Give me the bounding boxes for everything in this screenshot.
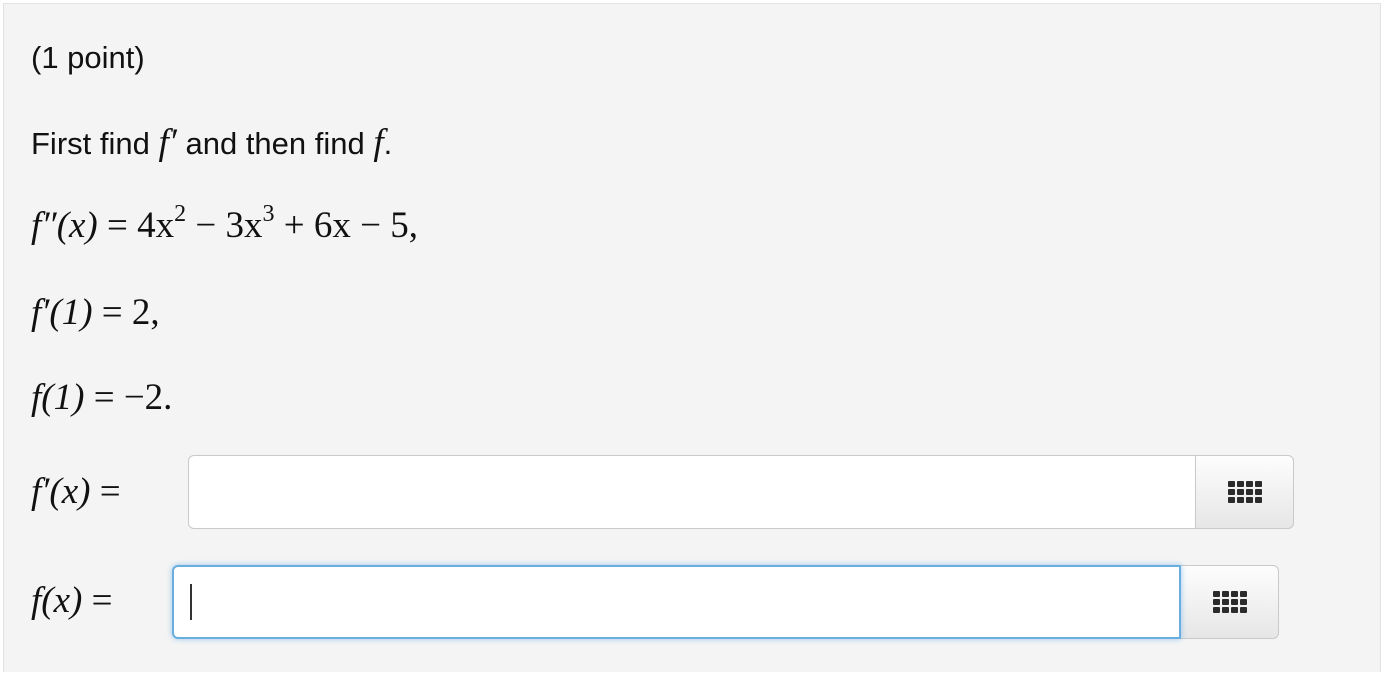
f-prime-symbol: f′ [158,122,177,163]
answer-row-f [172,565,1279,639]
given-lhs: f′(1) [31,292,93,333]
given-function-value: f(1) = −2. [31,377,173,418]
instruction-prefix: First find [31,126,150,161]
f-prime-answer-input[interactable] [188,455,1196,529]
answer-row-f-prime [188,455,1294,529]
given-rhs: −2. [123,377,173,418]
problem-panel: (1 point) First find f′ and then find f.… [3,3,1381,672]
equation-palette-button[interactable] [1196,455,1294,529]
given-rhs: 4x2 − 3x3 + 6x − 5, [137,201,418,246]
given-lhs: f(1) [31,377,85,418]
points-label: (1 point) [31,40,145,75]
equation-palette-button[interactable] [1181,565,1279,639]
given-first-derivative-value: f′(1) = 2, [31,292,160,333]
f-symbol: f [373,122,384,163]
instruction-text: First find f′ and then find f. [31,121,392,165]
given-lhs: f″(x) [31,205,98,246]
answer-label-f: f(x) = [31,580,113,621]
instruction-suffix: . [383,126,393,161]
answer-label-f-prime: f′(x) = [31,471,121,512]
grid-icon [1227,481,1262,503]
given-second-derivative: f″(x) = 4x2 − 3x3 + 6x − 5, [31,201,418,246]
grid-icon [1212,591,1247,613]
f-answer-input[interactable] [172,565,1181,639]
instruction-middle: and then find [185,126,365,161]
text-caret [190,584,192,620]
given-rhs: 2, [131,292,160,333]
